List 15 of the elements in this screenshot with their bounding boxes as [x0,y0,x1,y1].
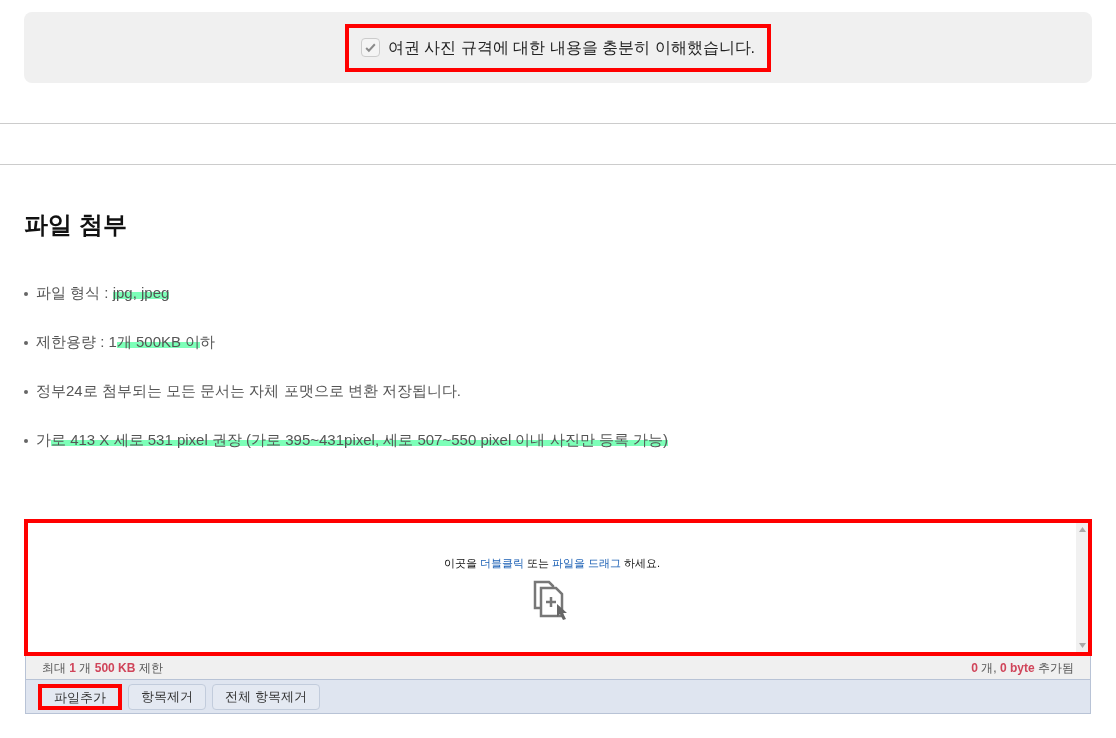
limit-info: 최대 1 개 500 KB 제한 [42,659,163,677]
toolbar-button[interactable]: 항목제거 [128,683,206,710]
toolbar-button[interactable]: 전체 항목제거 [212,683,320,710]
added-info: 0 개, 0 byte 추가됨 [971,659,1074,677]
scroll-up-icon[interactable] [1078,527,1086,532]
drop-hint: 이곳을 더블클릭 또는 파일을 드래그 하세요. [443,556,661,571]
toolbar-button[interactable]: 파일추가 [38,683,122,710]
check-icon [363,41,377,54]
section-title: 파일 첨부 [24,210,128,240]
drop-zone[interactable]: 이곳을 더블클릭 또는 파일을 드래그 하세요. [24,519,1092,656]
bullet-text: 정부24로 첨부되는 모든 문서는 자체 포맷으로 변환 저장됩니다. [36,381,462,402]
agreement-label: 여권 사진 규격에 대한 내용을 충분히 이해했습니다. [387,37,756,58]
scroll-down-icon[interactable] [1078,643,1086,648]
bullet-text: 가로 413 X 세로 531 pixel 권장 (가로 395~431pixel, 세로 507~550 pixel 이내 사진만 등록 가능) [36,430,668,451]
scrollbar[interactable] [1076,523,1088,652]
